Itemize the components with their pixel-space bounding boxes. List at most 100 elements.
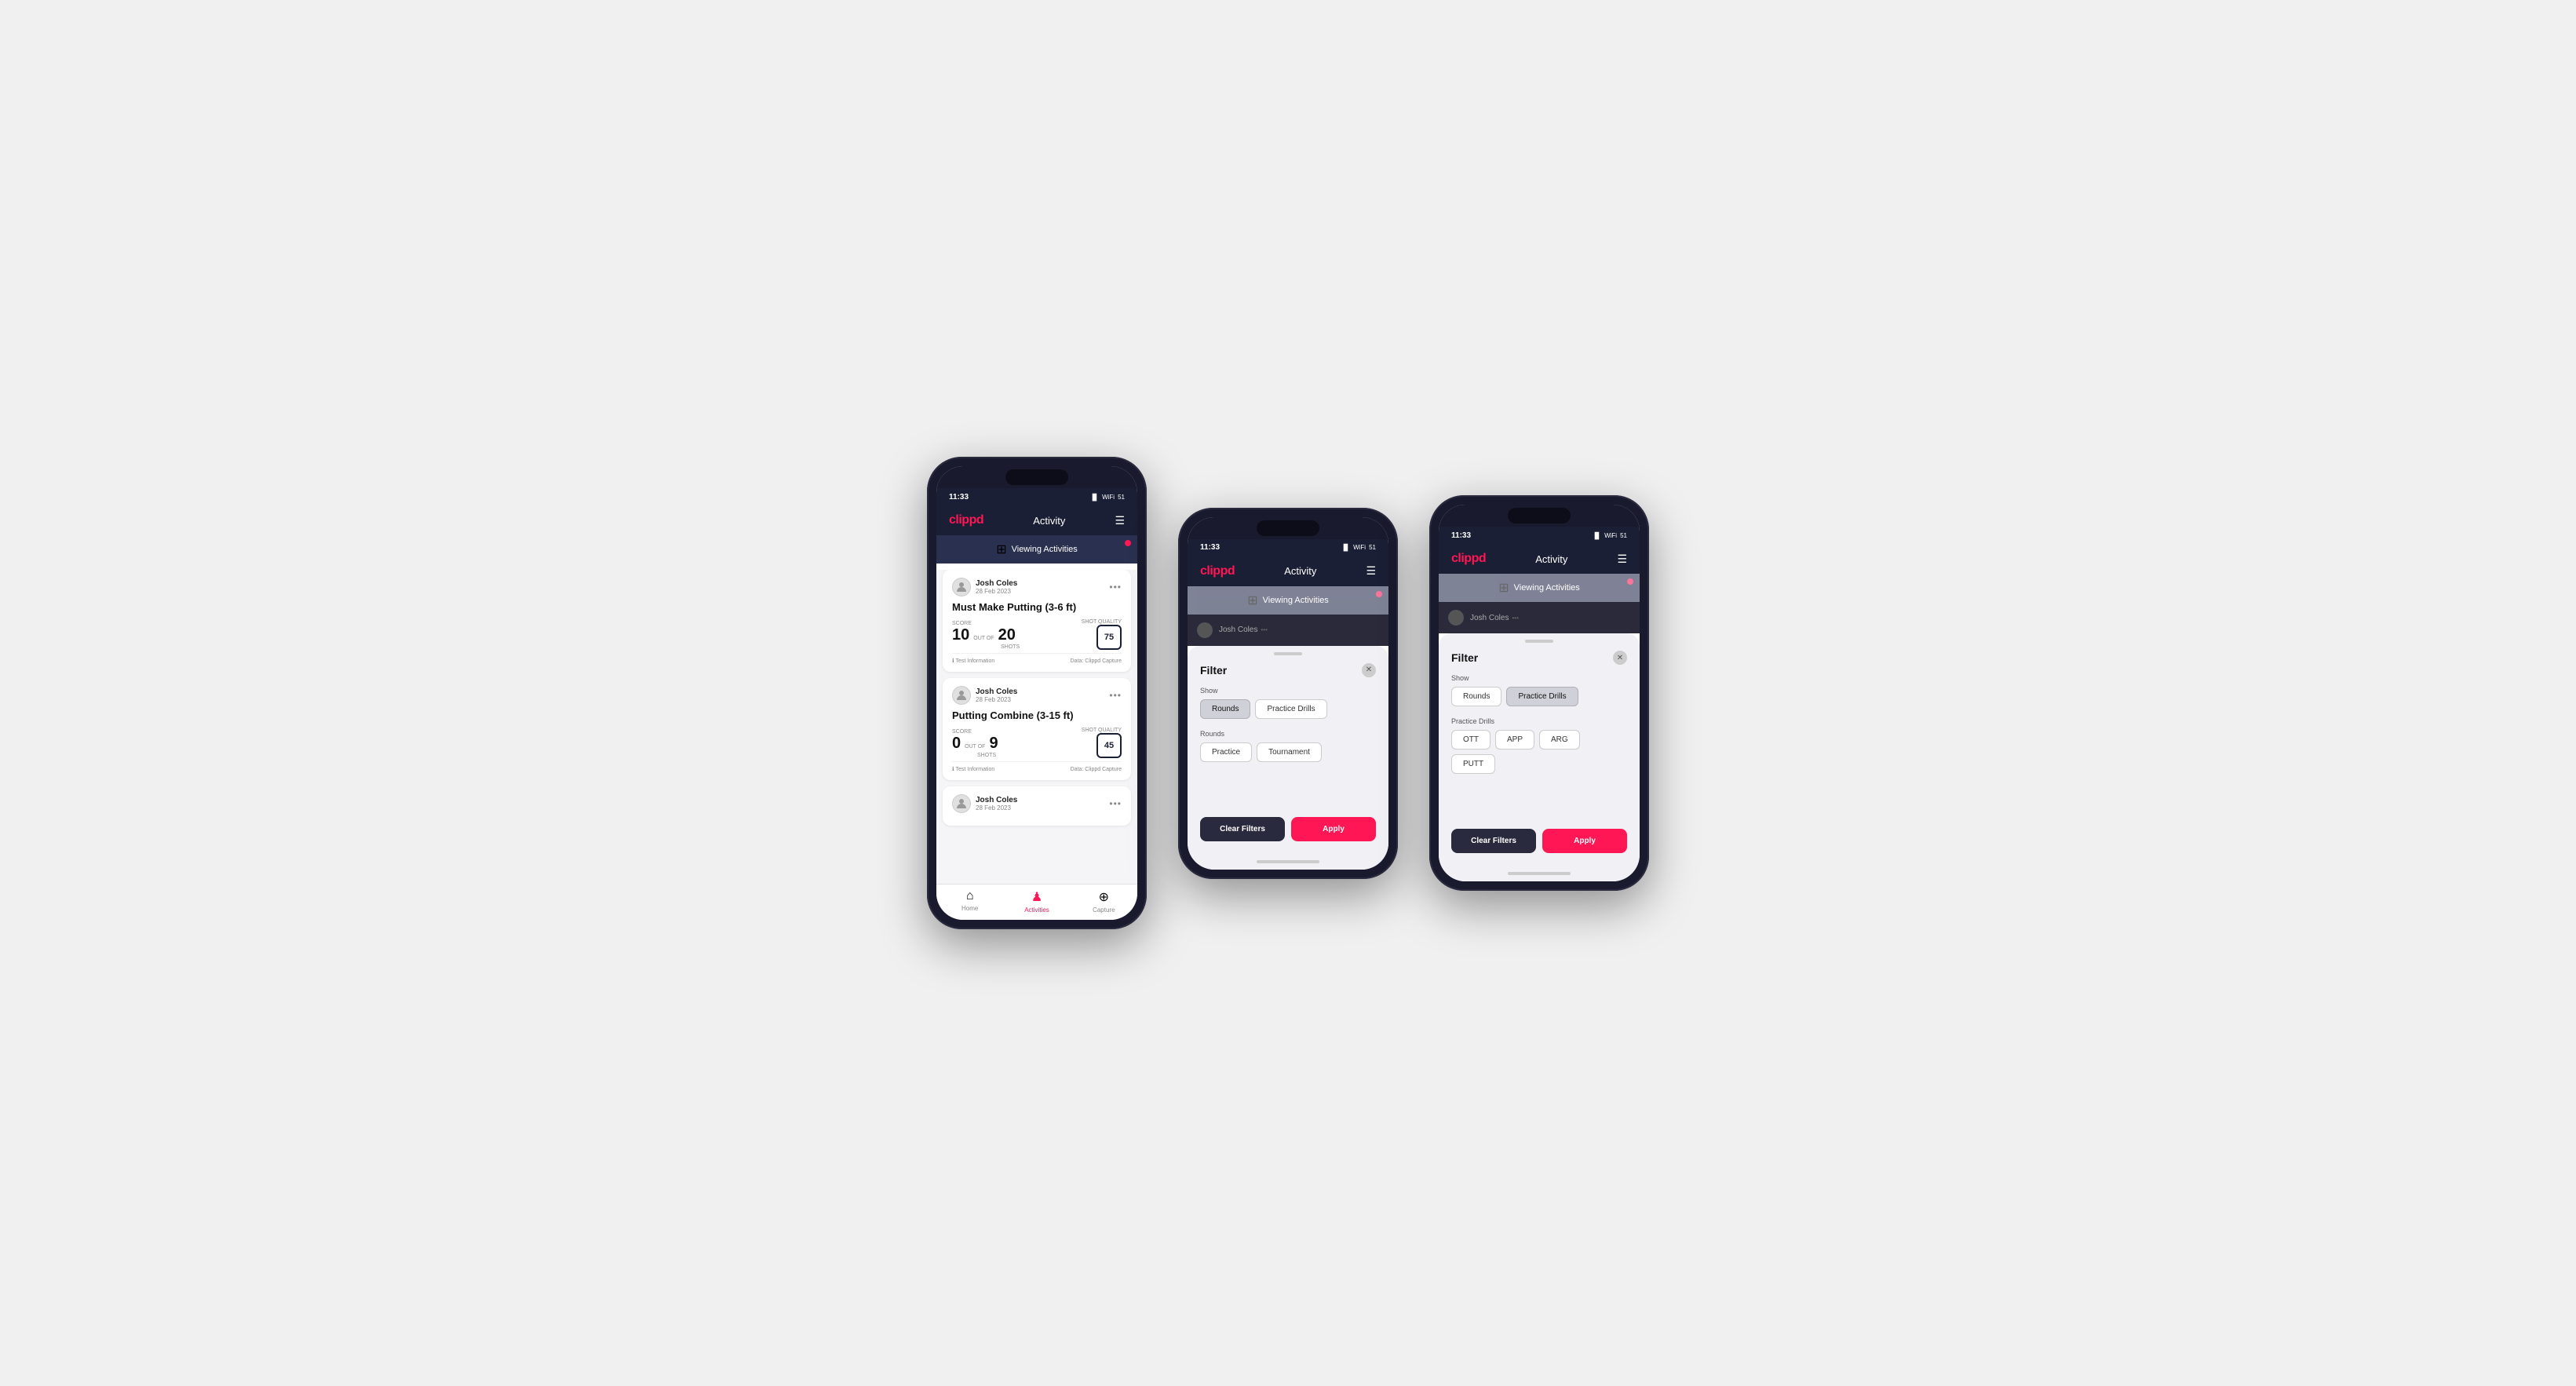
viewing-dot-3 <box>1627 578 1633 585</box>
clear-filters-btn-3[interactable]: Clear Filters <box>1451 829 1536 853</box>
activity-card-3[interactable]: Josh Coles 28 Feb 2023 ••• <box>943 786 1131 826</box>
home-indicator-3 <box>1439 866 1640 881</box>
banner-icon-1: ⊞ <box>996 542 1006 557</box>
nav-capture-1[interactable]: ⊕ Capture <box>1071 889 1137 914</box>
banner-icon-2: ⊞ <box>1247 593 1257 608</box>
user-date-3: 28 Feb 2023 <box>976 804 1017 812</box>
rounds-btn-2[interactable]: Rounds <box>1200 699 1250 719</box>
status-icons-1: ▐▌ WiFi 51 <box>1090 494 1125 501</box>
hamburger-icon-1[interactable]: ☰ <box>1115 514 1125 527</box>
phone-3-inner: 11:33 ▐▌ WiFi 51 clippd Activity ☰ ⊞ Vie… <box>1439 505 1640 881</box>
sq-badge-1: 75 <box>1096 625 1122 650</box>
signal-icon-2: ▐▌ <box>1341 544 1350 551</box>
viewing-dot-2 <box>1376 591 1382 597</box>
status-bar-1: 11:33 ▐▌ WiFi 51 <box>936 488 1137 505</box>
app-header-3: clippd Activity ☰ <box>1439 544 1640 574</box>
filter-close-3[interactable]: ✕ <box>1613 651 1627 665</box>
activity-card-1[interactable]: Josh Coles 28 Feb 2023 ••• Must Make Put… <box>943 570 1131 672</box>
dimmed-dots-2: ••• <box>1261 626 1267 633</box>
user-details-2: Josh Coles 28 Feb 2023 <box>976 688 1017 703</box>
battery-icon-2: 51 <box>1369 544 1376 551</box>
battery-icon-1: 51 <box>1118 494 1125 501</box>
header-title-1: Activity <box>1033 515 1065 527</box>
score-value-2: 0 <box>952 735 961 753</box>
bottom-nav-1: ⌂ Home ♟ Activities ⊕ Capture <box>936 884 1137 920</box>
hamburger-icon-3[interactable]: ☰ <box>1617 553 1627 566</box>
status-time-1: 11:33 <box>949 493 969 502</box>
nav-capture-label-1: Capture <box>1093 906 1115 914</box>
header-title-3: Activity <box>1535 553 1567 565</box>
phone-notch-3 <box>1439 505 1640 527</box>
status-bar-3: 11:33 ▐▌ WiFi 51 <box>1439 527 1640 544</box>
putt-btn-3[interactable]: PUTT <box>1451 754 1495 774</box>
viewing-banner-2: ⊞ Viewing Activities <box>1188 586 1388 615</box>
practice-drills-btn-2[interactable]: Practice Drills <box>1255 699 1326 719</box>
dimmed-user-2: Josh Coles <box>1219 626 1257 634</box>
sq-section-2: Shot Quality 45 <box>1082 728 1122 758</box>
phone-notch-2 <box>1188 517 1388 539</box>
tournament-btn-2[interactable]: Tournament <box>1257 742 1322 762</box>
apply-btn-2[interactable]: Apply <box>1291 817 1376 841</box>
dimmed-content-3: Josh Coles ••• <box>1439 602 1640 633</box>
apply-btn-3[interactable]: Apply <box>1542 829 1627 853</box>
dots-menu-3[interactable]: ••• <box>1109 798 1122 809</box>
sq-section-1: Shot Quality 75 <box>1082 619 1122 650</box>
filter-handle-2 <box>1274 652 1302 655</box>
filter-actions-2: Clear Filters Apply <box>1200 817 1376 841</box>
dots-menu-2[interactable]: ••• <box>1109 690 1122 701</box>
clear-filters-btn-2[interactable]: Clear Filters <box>1200 817 1285 841</box>
dimmed-content-2: Josh Coles ••• <box>1188 615 1388 646</box>
hamburger-icon-2[interactable]: ☰ <box>1366 564 1376 578</box>
app-header-1: clippd Activity ☰ <box>936 505 1137 535</box>
filter-title-2: Filter <box>1200 664 1227 677</box>
filter-header-2: Filter ✕ <box>1200 663 1376 677</box>
nav-activities-1[interactable]: ♟ Activities <box>1003 889 1070 914</box>
user-date-2: 28 Feb 2023 <box>976 696 1017 703</box>
dimmed-user-3: Josh Coles <box>1470 614 1509 622</box>
logo-2: clippd <box>1200 564 1235 578</box>
dots-menu-1[interactable]: ••• <box>1109 582 1122 593</box>
phone-3: 11:33 ▐▌ WiFi 51 clippd Activity ☰ ⊞ Vie… <box>1429 495 1649 891</box>
user-info-3: Josh Coles 28 Feb 2023 <box>952 794 1017 813</box>
user-name-3: Josh Coles <box>976 796 1017 804</box>
content-area-1: Josh Coles 28 Feb 2023 ••• Must Make Put… <box>936 570 1137 884</box>
card-header-2: Josh Coles 28 Feb 2023 ••• <box>952 686 1122 705</box>
filter-close-2[interactable]: ✕ <box>1362 663 1376 677</box>
notch-pill-2 <box>1257 520 1319 536</box>
activity-card-2[interactable]: Josh Coles 28 Feb 2023 ••• Putting Combi… <box>943 678 1131 780</box>
status-time-3: 11:33 <box>1451 531 1471 540</box>
logo-3: clippd <box>1451 552 1486 566</box>
viewing-banner-1[interactable]: ⊞ Viewing Activities <box>936 535 1137 564</box>
phone-1: 11:33 ▐▌ WiFi 51 clippd Activity ☰ ⊞ Vie… <box>927 457 1147 929</box>
sq-label-2: Shot Quality <box>1082 728 1122 733</box>
rounds-btn-3[interactable]: Rounds <box>1451 687 1501 706</box>
footer-info-2: ℹ Test Information <box>952 766 994 772</box>
nav-home-1[interactable]: ⌂ Home <box>936 889 1003 914</box>
notch-pill-3 <box>1508 508 1571 523</box>
user-info-2: Josh Coles 28 Feb 2023 <box>952 686 1017 705</box>
stats-section-2: Score 0 OUT OF 9 Shots <box>952 729 998 758</box>
show-label-3: Show <box>1451 674 1627 682</box>
card-footer-1: ℹ Test Information Data: Clippd Capture <box>952 653 1122 664</box>
show-buttons-2: Rounds Practice Drills <box>1200 699 1376 719</box>
app-btn-3[interactable]: APP <box>1495 730 1534 750</box>
logo-1: clippd <box>949 513 983 527</box>
app-header-2: clippd Activity ☰ <box>1188 556 1388 586</box>
out-of-2: OUT OF <box>965 744 985 750</box>
banner-text-1: Viewing Activities <box>1012 545 1078 554</box>
user-details-1: Josh Coles 28 Feb 2023 <box>976 579 1017 595</box>
banner-icon-3: ⊞ <box>1498 580 1509 596</box>
ott-btn-3[interactable]: OTT <box>1451 730 1491 750</box>
nav-home-label-1: Home <box>961 905 978 912</box>
filter-actions-3: Clear Filters Apply <box>1451 829 1627 853</box>
card-header-1: Josh Coles 28 Feb 2023 ••• <box>952 578 1122 596</box>
arg-btn-3[interactable]: ARG <box>1539 730 1580 750</box>
battery-icon-3: 51 <box>1620 532 1627 539</box>
nav-activities-label-1: Activities <box>1024 906 1049 914</box>
practice-round-btn-2[interactable]: Practice <box>1200 742 1252 762</box>
home-icon-1: ⌂ <box>966 889 974 903</box>
wifi-icon-2: WiFi <box>1353 544 1366 551</box>
practice-drills-btn-3[interactable]: Practice Drills <box>1506 687 1578 706</box>
drills-buttons-3: OTT APP ARG PUTT <box>1451 730 1627 774</box>
wifi-icon-3: WiFi <box>1604 532 1617 539</box>
